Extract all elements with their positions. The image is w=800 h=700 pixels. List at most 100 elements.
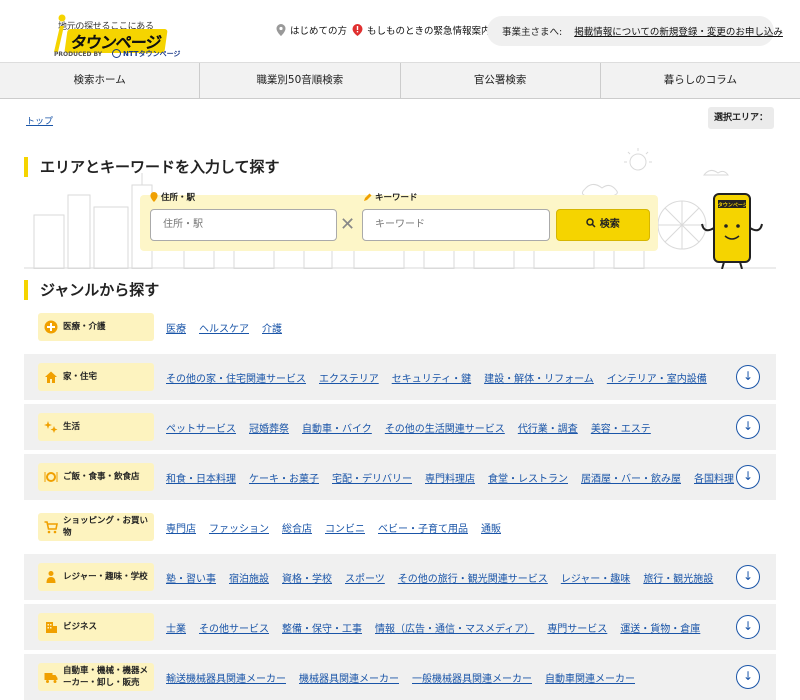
genre-link[interactable]: 美容・エステ [591,420,651,435]
genre-link[interactable]: 各国料理 [694,470,734,485]
nav-government-search[interactable]: 官公署検索 [401,63,601,98]
main-nav: 検索ホーム 職業別50音順検索 官公署検索 暮らしのコラム [0,62,800,99]
genre-link[interactable]: その他の生活関連サービス [385,420,505,435]
genre-link[interactable]: レジャー・趣味 [561,570,631,585]
nav-occupation-search[interactable]: 職業別50音順検索 [200,63,401,98]
area-input[interactable]: 住所・駅 [150,209,337,241]
keyword-field-label: キーワード [363,191,418,203]
ntt-mark-icon [112,49,121,58]
cross-icon: ✕ [340,214,356,235]
genre-link[interactable]: インテリア・室内設備 [607,370,707,385]
arrow-down-icon: ↓ [742,619,754,633]
pencil-icon [364,193,372,201]
genre-link[interactable]: 冠婚葬祭 [249,420,289,435]
genre-row-food: ご飯・食事・飲食店 和食・日本料理 ケーキ・お菓子 宅配・デリバリー 専門料理店… [24,454,776,500]
genre-link[interactable]: 専門料理店 [425,470,475,485]
genre-link[interactable]: その他の旅行・観光関連サービス [398,570,548,585]
genre-link[interactable]: エクステリア [319,370,379,385]
genre-link[interactable]: 宅配・デリバリー [332,470,412,485]
beginner-link[interactable]: はじめての方 [276,23,347,37]
person-icon [46,571,56,583]
genre-link[interactable]: 代行業・調査 [518,420,578,435]
arrow-down-icon: ↓ [742,569,754,583]
genre-link[interactable]: 和食・日本料理 [166,470,236,485]
genre-row-manufacturer: 自動車・機械・機器メーカー・卸し・販売 輸送機械器具関連メーカー 機械器具関連メ… [24,654,776,700]
genre-link[interactable]: 介護 [262,320,282,335]
search-section-title: エリアとキーワードを入力して探す [24,157,280,177]
genre-link[interactable]: 輸送機械器具関連メーカー [166,670,286,685]
search-icon [586,218,596,228]
expand-button[interactable]: ↓ [736,365,760,389]
genre-link[interactable]: 機械器具関連メーカー [299,670,399,685]
building-icon [46,622,57,633]
genre-row-business: ビジネス 士業 その他サービス 整備・保守・工事 情報（広告・通信・マスメディア… [24,604,776,650]
search-section: エリアとキーワードを入力して探す 住所・駅 キーワード 住所・駅 ✕ キーワード… [24,145,776,269]
genre-links: 輸送機械器具関連メーカー 機械器具関連メーカー 一般機械器具関連メーカー 自動車… [166,654,635,700]
genre-link[interactable]: 宿泊施設 [229,570,269,585]
expand-button[interactable]: ↓ [736,415,760,439]
mascot-text: iタウンページ [716,202,748,209]
genre-row-house: 家・住宅 その他の家・住宅関連サービス エクステリア セキュリティ・鍵 建設・解… [24,354,776,400]
genre-link[interactable]: 医療 [166,320,186,335]
sparkle-icon [44,421,58,433]
genre-section-title: ジャンルから探す [24,280,159,300]
genre-link[interactable]: ヘルスケア [199,320,249,335]
genre-link[interactable]: スポーツ [345,570,385,585]
expand-button[interactable]: ↓ [736,615,760,639]
mascot-phone-icon: iタウンページ [701,193,763,269]
genre-link[interactable]: 情報（広告・通信・マスメディア） [375,620,534,635]
business-label: 事業主さまへ: [502,27,563,38]
breadcrumb-top[interactable]: トップ [26,114,53,127]
genre-link[interactable]: セキュリティ・鍵 [392,370,471,385]
genre-link[interactable]: ケーキ・お菓子 [249,470,319,485]
genre-link[interactable]: 自動車関連メーカー [545,670,635,685]
search-button[interactable]: 検索 [556,209,650,241]
arrow-down-icon: ↓ [742,419,754,433]
genre-link[interactable]: その他サービス [199,620,269,635]
genre-link[interactable]: その他の家・住宅関連サービス [166,370,306,385]
genre-link[interactable]: 通販 [481,520,501,535]
genre-link[interactable]: ベビー・子育て用品 [378,520,468,535]
genre-link[interactable]: 建設・解体・リフォーム [484,370,594,385]
genre-link[interactable]: 運送・貨物・倉庫 [620,620,700,635]
genre-link[interactable]: 士業 [166,620,186,635]
genre-link[interactable]: 一般機械器具関連メーカー [412,670,532,685]
genre-links: 医療 ヘルスケア 介護 [166,304,282,350]
expand-button[interactable]: ↓ [736,565,760,589]
genre-link[interactable]: 旅行・観光施設 [643,570,713,585]
genre-link[interactable]: 塾・習い事 [166,570,216,585]
keyword-input[interactable]: キーワード [362,209,550,241]
site-logo[interactable]: 地元の探せるここにある タウンページ PRODUCED BY NTTタウンページ [26,8,180,58]
genre-link[interactable]: ペットサービス [166,420,236,435]
emergency-link[interactable]: もしものときの緊急情報案内 [352,23,491,37]
genre-link[interactable]: 食堂・レストラン [488,470,568,485]
business-registration-link[interactable]: 掲載情報についての新規登録・変更のお申し込み [574,24,783,38]
expand-button[interactable]: ↓ [736,665,760,689]
plus-icon [44,320,58,334]
genre-list: 医療・介護 医療 ヘルスケア 介護 家・住宅 その他の家・住宅関連サービス エク… [24,304,776,700]
genre-link[interactable]: 整備・保守・工事 [282,620,362,635]
genre-links: ペットサービス 冠婚葬祭 自動車・バイク その他の生活関連サービス 代行業・調査… [166,404,651,450]
category-label: 医療・介護 [38,313,154,341]
expand-button[interactable]: ↓ [736,465,760,489]
nav-column[interactable]: 暮らしのコラム [601,63,800,98]
genre-link[interactable]: 専門店 [166,520,196,535]
genre-links: 塾・習い事 宿泊施設 資格・学校 スポーツ その他の旅行・観光関連サービス レジ… [166,554,713,600]
genre-row-leisure: レジャー・趣味・学校 塾・習い事 宿泊施設 資格・学校 スポーツ その他の旅行・… [24,554,776,600]
area-selector[interactable]: 選択エリア： [708,107,774,129]
arrow-down-icon: ↓ [742,469,754,483]
area-field-label: 住所・駅 [150,191,195,203]
genre-link[interactable]: 資格・学校 [282,570,332,585]
genre-link[interactable]: コンビニ [325,520,365,535]
logo-produced-by: PRODUCED BY [54,51,103,58]
genre-link[interactable]: 居酒屋・バー・飲み屋 [581,470,681,485]
genre-link[interactable]: 専門サービス [547,620,607,635]
logo-ntt: NTTタウンページ [112,49,180,59]
genre-link[interactable]: 自動車・バイク [302,420,372,435]
truck-icon [44,673,58,683]
nav-search-home[interactable]: 検索ホーム [0,63,201,98]
genre-link[interactable]: 総合店 [282,520,312,535]
cart-icon [44,521,58,534]
genre-link[interactable]: ファッション [209,520,269,535]
genre-links: 和食・日本料理 ケーキ・お菓子 宅配・デリバリー 専門料理店 食堂・レストラン … [166,454,734,500]
